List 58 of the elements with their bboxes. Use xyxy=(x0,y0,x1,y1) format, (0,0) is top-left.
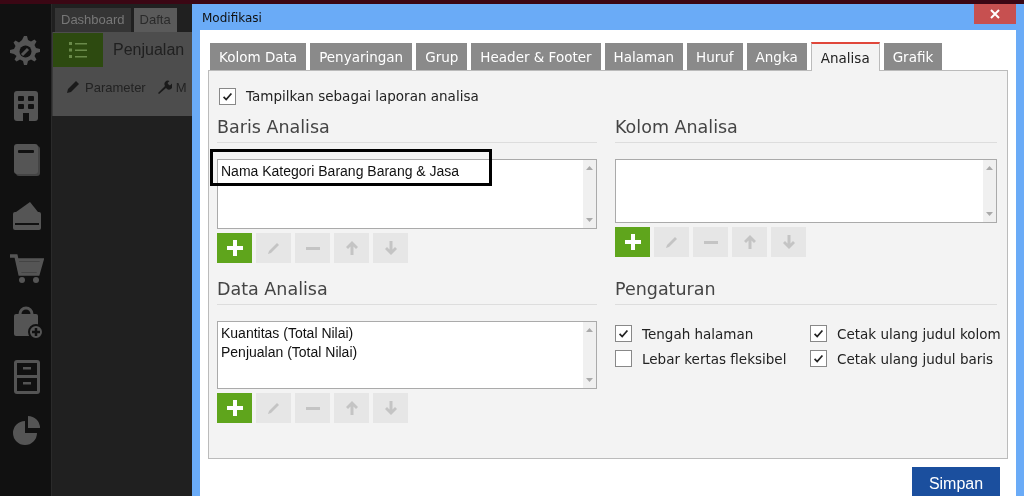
check-icon xyxy=(812,352,825,365)
list-item[interactable]: Penjualan (Total Nilai) xyxy=(221,343,580,362)
tab[interactable]: Huruf xyxy=(687,43,743,70)
checkbox-label: Cetak ulang judul kolom xyxy=(837,325,1001,342)
section-heading: Pengaturan xyxy=(615,277,997,305)
plus-icon xyxy=(623,233,642,251)
tab[interactable]: Grafik xyxy=(883,43,943,70)
tab[interactable]: Angka xyxy=(746,43,807,70)
list-box[interactable] xyxy=(615,159,997,223)
list-item[interactable]: Nama Kategori Barang Barang & Jasa xyxy=(221,162,580,181)
scroll-down-icon xyxy=(986,212,993,216)
scrollbar[interactable] xyxy=(583,322,596,388)
tab[interactable]: Header & Footer xyxy=(471,43,601,70)
checkbox[interactable] xyxy=(810,350,827,367)
list-box[interactable]: Nama Kategori Barang Barang & Jasa xyxy=(217,159,597,229)
checkbox-label: Tampilkan sebagai laporan analisa xyxy=(246,88,479,104)
pencil-icon xyxy=(65,79,81,95)
plus-icon xyxy=(225,399,244,417)
window-title: Modifikasi xyxy=(201,10,262,25)
checkbox[interactable] xyxy=(615,350,632,367)
tab[interactable]: Grup xyxy=(416,43,468,70)
checkbox[interactable] xyxy=(615,325,632,342)
scroll-down-icon xyxy=(586,378,593,382)
minus-icon xyxy=(305,246,320,250)
plus-icon xyxy=(225,239,244,257)
tab[interactable]: Analisa xyxy=(810,42,880,71)
tab[interactable]: Halaman xyxy=(604,43,683,70)
scroll-up-icon xyxy=(586,328,593,332)
list-icon xyxy=(68,40,88,60)
checkbox-label: Tengah halaman xyxy=(642,325,754,342)
check-icon xyxy=(617,327,630,340)
close-button[interactable] xyxy=(974,4,1016,24)
checkbox-label: Cetak ulang judul baris xyxy=(837,350,994,367)
add-button[interactable] xyxy=(217,233,252,263)
menu-button[interactable] xyxy=(53,33,103,67)
checkbox[interactable] xyxy=(219,87,236,105)
checkbox-label: Lebar kertas fleksibel xyxy=(642,350,787,367)
tab[interactable]: Dashboard xyxy=(55,8,131,32)
check-icon xyxy=(812,327,825,340)
scroll-up-icon xyxy=(586,166,593,170)
scrollbar[interactable] xyxy=(583,160,596,228)
add-button[interactable] xyxy=(217,393,252,423)
section-heading: Data Analisa xyxy=(217,277,597,305)
tab[interactable]: Kolom Data xyxy=(210,43,307,70)
add-button[interactable] xyxy=(615,227,650,257)
scroll-down-icon xyxy=(586,218,593,222)
list-box[interactable]: Kuantitas (Total Nilai) Penjualan (Total Nilai) xyxy=(217,321,597,389)
checkbox[interactable] xyxy=(810,325,827,342)
minus-icon xyxy=(305,406,320,410)
section-heading: Baris Analisa xyxy=(217,115,597,143)
save-button[interactable]: Simpan xyxy=(912,467,1000,496)
scroll-up-icon xyxy=(986,166,993,170)
close-icon xyxy=(990,9,1000,19)
minus-icon xyxy=(703,240,718,244)
section-heading: Kolom Analisa xyxy=(615,115,997,143)
scrollbar[interactable] xyxy=(983,160,996,222)
tab[interactable]: Penyaringan xyxy=(310,43,413,70)
list-item[interactable]: Kuantitas (Total Nilai) xyxy=(221,324,580,343)
